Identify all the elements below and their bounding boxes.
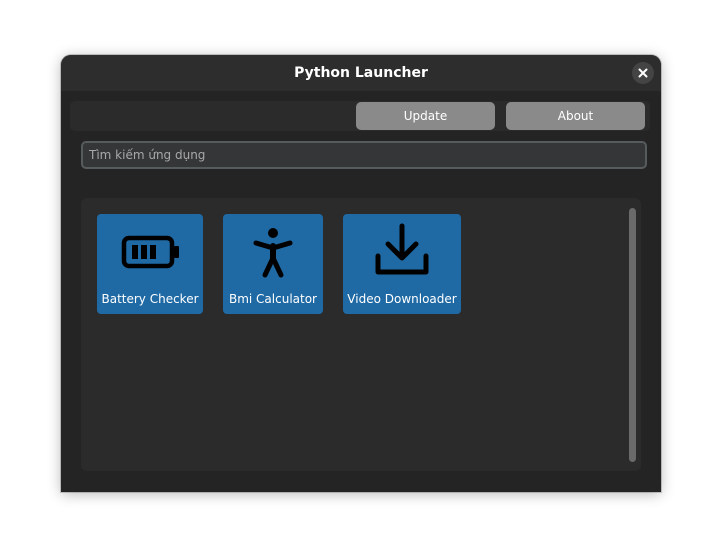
toolbar: Update About <box>70 101 650 131</box>
app-label: Video Downloader <box>347 292 457 306</box>
person-icon <box>223 222 323 282</box>
app-label: Battery Checker <box>101 292 199 306</box>
app-tile-video-downloader[interactable]: Video Downloader <box>343 214 461 314</box>
app-window: Python Launcher Update About Tìm kiếm ứn… <box>61 55 661 492</box>
battery-icon <box>97 222 203 282</box>
app-tile-battery-checker[interactable]: Battery Checker <box>97 214 203 314</box>
update-button[interactable]: Update <box>356 102 495 130</box>
scrollbar[interactable] <box>629 208 636 462</box>
apps-panel: Battery Checker Bmi Calculator Video Dow… <box>81 198 641 471</box>
search-input[interactable]: Tìm kiếm ứng dụng <box>81 141 647 169</box>
download-icon <box>343 222 461 282</box>
close-button[interactable] <box>632 62 654 84</box>
title-bar: Python Launcher <box>61 55 661 91</box>
close-icon <box>638 68 648 78</box>
app-tile-bmi-calculator[interactable]: Bmi Calculator <box>223 214 323 314</box>
app-label: Bmi Calculator <box>228 292 317 306</box>
about-button[interactable]: About <box>506 102 645 130</box>
window-title: Python Launcher <box>294 65 428 81</box>
